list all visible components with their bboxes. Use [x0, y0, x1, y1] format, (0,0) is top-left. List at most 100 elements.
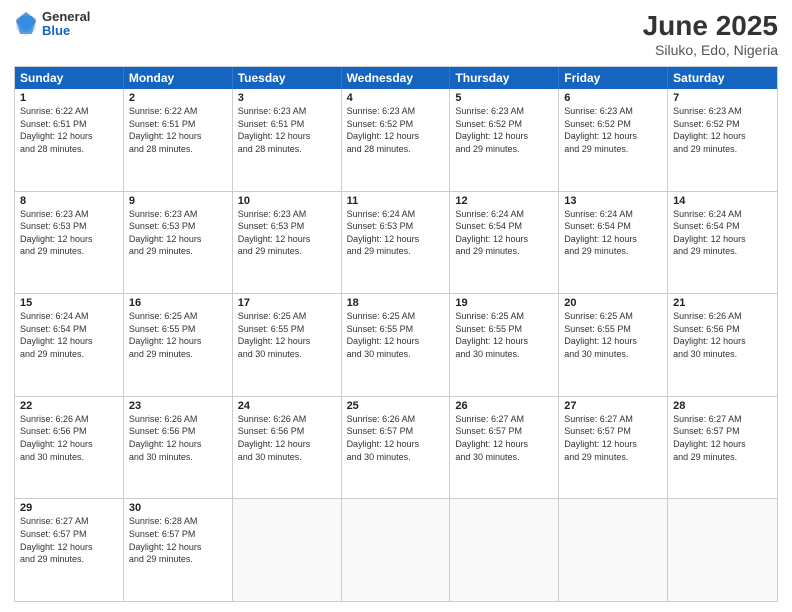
- header-monday: Monday: [124, 67, 233, 89]
- day-info: Sunrise: 6:25 AM Sunset: 6:55 PM Dayligh…: [455, 310, 553, 360]
- calendar-cell-4-4: [450, 499, 559, 601]
- day-info: Sunrise: 6:25 AM Sunset: 6:55 PM Dayligh…: [129, 310, 227, 360]
- logo-text: General Blue: [42, 10, 90, 39]
- calendar-cell-4-6: [668, 499, 777, 601]
- day-info: Sunrise: 6:25 AM Sunset: 6:55 PM Dayligh…: [564, 310, 662, 360]
- header-sunday: Sunday: [15, 67, 124, 89]
- calendar-cell-3-0: 22Sunrise: 6:26 AM Sunset: 6:56 PM Dayli…: [15, 397, 124, 499]
- calendar-cell-0-2: 3Sunrise: 6:23 AM Sunset: 6:51 PM Daylig…: [233, 89, 342, 191]
- day-number: 19: [455, 297, 553, 309]
- calendar-cell-1-5: 13Sunrise: 6:24 AM Sunset: 6:54 PM Dayli…: [559, 192, 668, 294]
- calendar-cell-3-2: 24Sunrise: 6:26 AM Sunset: 6:56 PM Dayli…: [233, 397, 342, 499]
- day-info: Sunrise: 6:26 AM Sunset: 6:56 PM Dayligh…: [20, 413, 118, 463]
- day-number: 20: [564, 297, 662, 309]
- calendar-cell-3-5: 27Sunrise: 6:27 AM Sunset: 6:57 PM Dayli…: [559, 397, 668, 499]
- logo: General Blue: [14, 10, 90, 39]
- calendar-cell-1-1: 9Sunrise: 6:23 AM Sunset: 6:53 PM Daylig…: [124, 192, 233, 294]
- day-number: 14: [673, 195, 772, 207]
- header-friday: Friday: [559, 67, 668, 89]
- calendar-cell-0-5: 6Sunrise: 6:23 AM Sunset: 6:52 PM Daylig…: [559, 89, 668, 191]
- calendar-cell-0-0: 1Sunrise: 6:22 AM Sunset: 6:51 PM Daylig…: [15, 89, 124, 191]
- calendar-week-0: 1 Sunrise: 6:22 AM Sunset: 6:51 PM Daylig…: [15, 89, 777, 191]
- day-info: Sunrise: 6:27 AM Sunset: 6:57 PM Dayligh…: [564, 413, 662, 463]
- calendar-cell-0-3: 4Sunrise: 6:23 AM Sunset: 6:52 PM Daylig…: [342, 89, 451, 191]
- day-number: 27: [564, 400, 662, 412]
- day-info: Sunrise: 6:24 AM Sunset: 6:54 PM Dayligh…: [564, 208, 662, 258]
- calendar-cell-2-3: 18Sunrise: 6:25 AM Sunset: 6:55 PM Dayli…: [342, 294, 451, 396]
- day-info: Sunrise: 6:24 AM Sunset: 6:54 PM Dayligh…: [20, 310, 118, 360]
- day-number: 23: [129, 400, 227, 412]
- calendar-cell-2-1: 16Sunrise: 6:25 AM Sunset: 6:55 PM Dayli…: [124, 294, 233, 396]
- day-info: Sunrise: 6:26 AM Sunset: 6:56 PM Dayligh…: [673, 310, 772, 360]
- header: General Blue June 2025 Siluko, Edo, Nige…: [14, 10, 778, 58]
- day-number: 6: [564, 92, 662, 104]
- day-info: Sunrise: 6:27 AM Sunset: 6:57 PM Dayligh…: [673, 413, 772, 463]
- day-info: Sunrise: 6:24 AM Sunset: 6:53 PM Dayligh…: [347, 208, 445, 258]
- day-info: Sunrise: 6:26 AM Sunset: 6:56 PM Dayligh…: [238, 413, 336, 463]
- day-info: Sunrise: 6:23 AM Sunset: 6:52 PM Dayligh…: [673, 105, 772, 155]
- calendar-cell-0-6: 7Sunrise: 6:23 AM Sunset: 6:52 PM Daylig…: [668, 89, 777, 191]
- header-tuesday: Tuesday: [233, 67, 342, 89]
- day-number: 28: [673, 400, 772, 412]
- logo-icon: [14, 10, 38, 38]
- day-number: 24: [238, 400, 336, 412]
- day-number: 16: [129, 297, 227, 309]
- day-number: 11: [347, 195, 445, 207]
- day-info: Sunrise: 6:23 AM Sunset: 6:51 PM Dayligh…: [238, 105, 336, 155]
- day-info: Sunrise: 6:24 AM Sunset: 6:54 PM Dayligh…: [455, 208, 553, 258]
- calendar-cell-1-6: 14Sunrise: 6:24 AM Sunset: 6:54 PM Dayli…: [668, 192, 777, 294]
- calendar-cell-0-4: 5Sunrise: 6:23 AM Sunset: 6:52 PM Daylig…: [450, 89, 559, 191]
- day-number: 17: [238, 297, 336, 309]
- day-number: 7: [673, 92, 772, 104]
- day-number: 21: [673, 297, 772, 309]
- title-month: June 2025: [643, 10, 778, 42]
- title-location: Siluko, Edo, Nigeria: [643, 42, 778, 58]
- calendar-cell-2-0: 15Sunrise: 6:24 AM Sunset: 6:54 PM Dayli…: [15, 294, 124, 396]
- day-number: 8: [20, 195, 118, 207]
- logo-blue-text: Blue: [42, 24, 90, 38]
- day-number: 3: [238, 92, 336, 104]
- day-info: Sunrise: 6:25 AM Sunset: 6:55 PM Dayligh…: [347, 310, 445, 360]
- calendar-cell-1-4: 12Sunrise: 6:24 AM Sunset: 6:54 PM Dayli…: [450, 192, 559, 294]
- calendar-cell-3-3: 25Sunrise: 6:26 AM Sunset: 6:57 PM Dayli…: [342, 397, 451, 499]
- header-thursday: Thursday: [450, 67, 559, 89]
- day-number: 15: [20, 297, 118, 309]
- day-info: Sunrise: 6:27 AM Sunset: 6:57 PM Dayligh…: [455, 413, 553, 463]
- day-number: 26: [455, 400, 553, 412]
- calendar-cell-3-1: 23Sunrise: 6:26 AM Sunset: 6:56 PM Dayli…: [124, 397, 233, 499]
- header-wednesday: Wednesday: [342, 67, 451, 89]
- day-number: 18: [347, 297, 445, 309]
- day-info: Sunrise: 6:27 AM Sunset: 6:57 PM Dayligh…: [20, 515, 118, 565]
- day-info: Sunrise: 6:24 AM Sunset: 6:54 PM Dayligh…: [673, 208, 772, 258]
- calendar-cell-0-1: 2Sunrise: 6:22 AM Sunset: 6:51 PM Daylig…: [124, 89, 233, 191]
- day-info: Sunrise: 6:23 AM Sunset: 6:53 PM Dayligh…: [129, 208, 227, 258]
- day-number: 5: [455, 92, 553, 104]
- day-info: Sunrise: 6:26 AM Sunset: 6:57 PM Dayligh…: [347, 413, 445, 463]
- day-number: 30: [129, 502, 227, 514]
- day-number: 29: [20, 502, 118, 514]
- day-info: Sunrise: 6:23 AM Sunset: 6:53 PM Dayligh…: [238, 208, 336, 258]
- day-number: 10: [238, 195, 336, 207]
- calendar-cell-2-5: 20Sunrise: 6:25 AM Sunset: 6:55 PM Dayli…: [559, 294, 668, 396]
- calendar-cell-2-2: 17Sunrise: 6:25 AM Sunset: 6:55 PM Dayli…: [233, 294, 342, 396]
- calendar-cell-4-2: [233, 499, 342, 601]
- day-number: 4: [347, 92, 445, 104]
- calendar-cell-4-5: [559, 499, 668, 601]
- calendar-cell-2-6: 21Sunrise: 6:26 AM Sunset: 6:56 PM Dayli…: [668, 294, 777, 396]
- day-info: Sunrise: 6:23 AM Sunset: 6:52 PM Dayligh…: [347, 105, 445, 155]
- day-number: 1: [20, 92, 118, 104]
- calendar-week-3: 22Sunrise: 6:26 AM Sunset: 6:56 PM Dayli…: [15, 396, 777, 499]
- calendar-cell-1-0: 8Sunrise: 6:23 AM Sunset: 6:53 PM Daylig…: [15, 192, 124, 294]
- calendar-week-4: 29Sunrise: 6:27 AM Sunset: 6:57 PM Dayli…: [15, 498, 777, 601]
- day-number: 22: [20, 400, 118, 412]
- day-info: Sunrise: 6:23 AM Sunset: 6:52 PM Dayligh…: [564, 105, 662, 155]
- day-number: 9: [129, 195, 227, 207]
- calendar: Sunday Monday Tuesday Wednesday Thursday…: [14, 66, 778, 602]
- calendar-cell-3-4: 26Sunrise: 6:27 AM Sunset: 6:57 PM Dayli…: [450, 397, 559, 499]
- day-info: Sunrise: 6:22 AM Sunset: 6:51 PM Dayligh…: [129, 105, 227, 155]
- calendar-cell-3-6: 28Sunrise: 6:27 AM Sunset: 6:57 PM Dayli…: [668, 397, 777, 499]
- calendar-cell-4-1: 30Sunrise: 6:28 AM Sunset: 6:57 PM Dayli…: [124, 499, 233, 601]
- calendar-cell-1-3: 11Sunrise: 6:24 AM Sunset: 6:53 PM Dayli…: [342, 192, 451, 294]
- calendar-cell-4-3: [342, 499, 451, 601]
- calendar-header: Sunday Monday Tuesday Wednesday Thursday…: [15, 67, 777, 89]
